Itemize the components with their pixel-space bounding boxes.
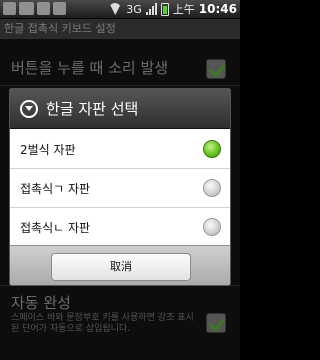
notification-icons [3, 2, 66, 15]
dialog-title: 한글 자판 선택 [46, 100, 139, 118]
settings-title: 한글 접촉식 키보드 설정 [0, 19, 240, 39]
auto-complete-description: 스페이스 바와 문장부호 키를 사용하면 강조 표시된 단어가 자동으로 삽입됩… [11, 313, 194, 334]
chevron-down-circle-icon [20, 99, 38, 118]
notification-icon [3, 2, 16, 15]
option-touch-nieun[interactable]: 접촉식ㄴ 자판 [10, 208, 230, 246]
status-bar: 3G 上午 10:46 [0, 0, 240, 19]
network-type: 3G [126, 2, 142, 16]
divider [0, 85, 240, 86]
battery-icon [160, 2, 169, 16]
radio-button[interactable] [203, 179, 221, 197]
signal-icon [145, 3, 157, 15]
sound-on-keypress-label: 버튼을 누를 때 소리 발생 [11, 59, 169, 77]
keyboard-layout-dialog: 한글 자판 선택 2벌식 자판 접촉식ㄱ 자판 접촉식ㄴ 자판 取消 [9, 88, 231, 286]
option-label: 접촉식ㄴ 자판 [20, 220, 91, 235]
radio-button-selected[interactable] [203, 140, 221, 158]
sound-on-keypress-checkbox[interactable] [206, 59, 226, 79]
keyboard-icon [53, 2, 66, 15]
ampm: 上午 [172, 3, 195, 16]
usb-icon [37, 2, 50, 15]
cancel-button[interactable]: 取消 [51, 253, 191, 281]
radio-button[interactable] [203, 218, 221, 236]
auto-complete-label: 자동 완성 [11, 294, 71, 312]
clock: 10:46 [198, 2, 237, 16]
status-indicators: 3G 上午 10:46 [108, 1, 237, 17]
mail-icon [19, 2, 34, 15]
option-label: 2벌식 자판 [20, 142, 76, 157]
dialog-footer: 取消 [10, 245, 230, 285]
auto-complete-checkbox[interactable] [206, 313, 226, 333]
option-2beolsik[interactable]: 2벌식 자판 [10, 130, 230, 168]
option-touch-giyeok[interactable]: 접촉식ㄱ 자판 [10, 169, 230, 207]
option-label: 접촉식ㄱ 자판 [20, 181, 91, 196]
wifi-icon [108, 3, 122, 15]
dialog-header: 한글 자판 선택 [10, 89, 230, 129]
